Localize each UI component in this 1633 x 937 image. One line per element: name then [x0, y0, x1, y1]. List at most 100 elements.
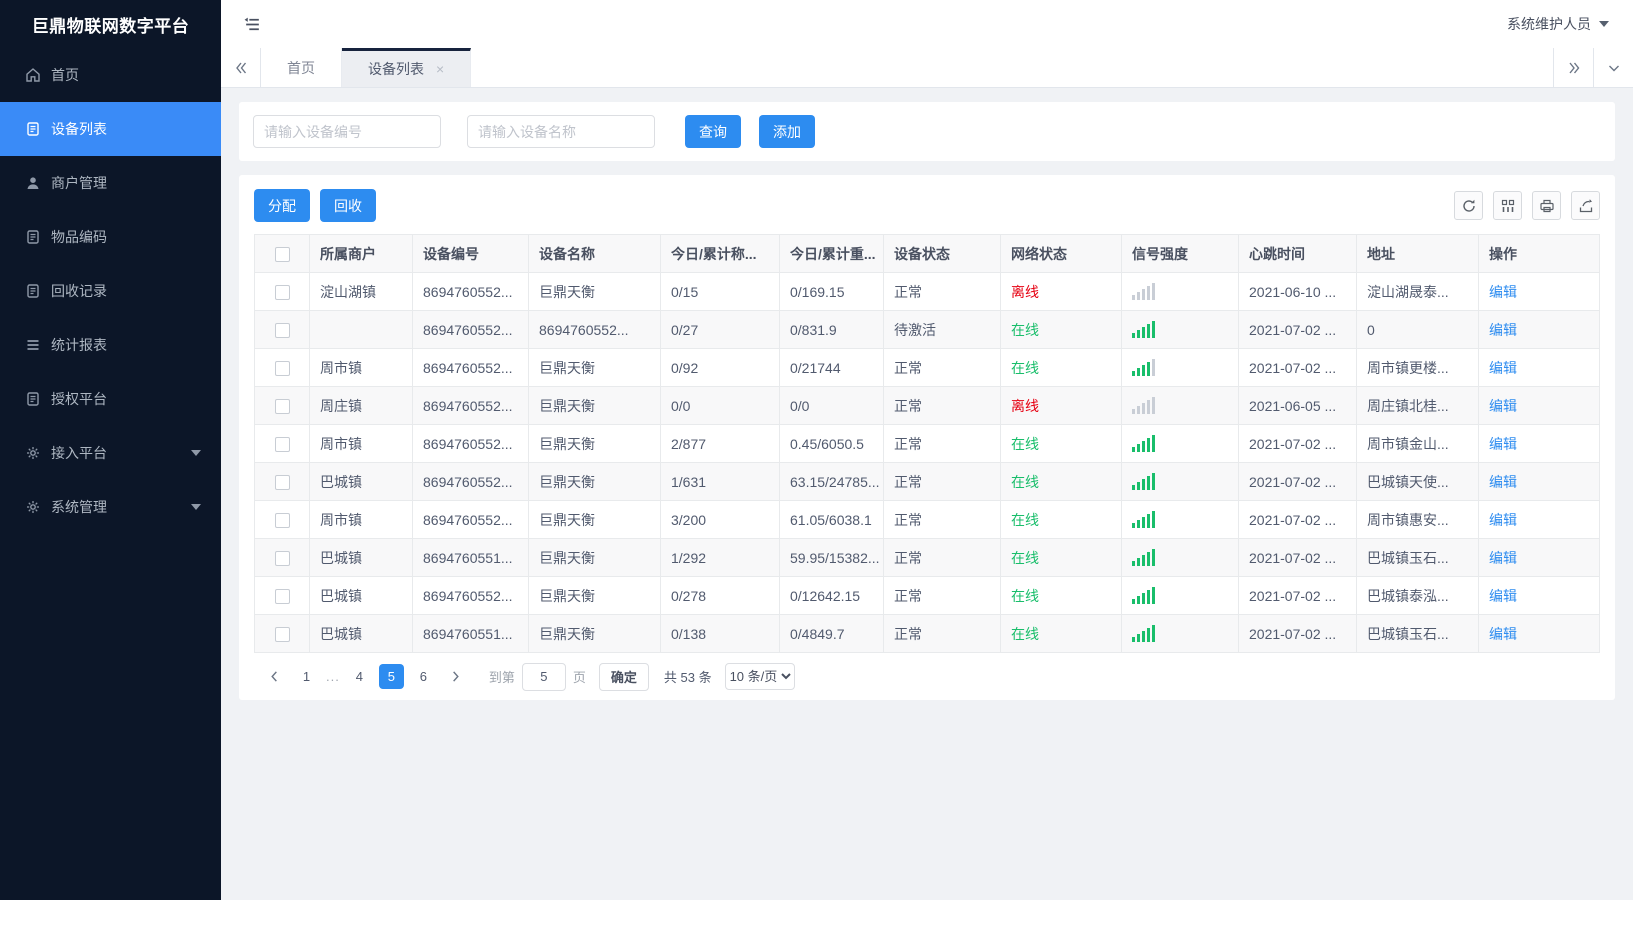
row-checkbox[interactable] [274, 474, 290, 490]
edit-link[interactable]: 编辑 [1489, 284, 1517, 300]
device-no-cell: 8694760552... [412, 500, 529, 539]
row-checkbox[interactable] [274, 512, 290, 528]
edit-link[interactable]: 编辑 [1489, 360, 1517, 376]
tabs-menu-icon[interactable] [1593, 48, 1633, 87]
device-name-input[interactable] [467, 115, 655, 148]
signal-strength-icon [1132, 511, 1228, 528]
edit-link[interactable]: 编辑 [1489, 436, 1517, 452]
goto-label: 到第 [488, 670, 515, 685]
merchant-cell: 巴城镇 [309, 576, 413, 615]
collapse-sidebar-icon[interactable] [243, 15, 262, 34]
edit-link[interactable]: 编辑 [1489, 474, 1517, 490]
sidebar-item-label: 接入平台 [51, 445, 107, 461]
columns-icon[interactable] [1493, 191, 1522, 220]
sidebar-item-report[interactable]: 统计报表 [0, 318, 221, 372]
device-table: 所属商户 设备编号 设备名称 今日/累计称... 今日/累计重... 设备状态 … [254, 234, 1600, 653]
today-weight-cell: 0/4849.7 [779, 614, 884, 653]
sidebar-item-device-list[interactable]: 设备列表 [0, 102, 221, 156]
tab-device-list[interactable]: 设备列表 × [342, 48, 472, 87]
merchant-cell: 巴城镇 [309, 462, 413, 501]
row-checkbox[interactable] [274, 398, 290, 414]
signal-strength-icon [1132, 397, 1228, 414]
device-table-panel: 分配 回收 所属商户 设备编号 设备名称 今日/累计称... 今日/累计重...… [239, 175, 1615, 700]
col-merchant: 所属商户 [309, 234, 413, 273]
recycle-button[interactable]: 回收 [320, 189, 376, 222]
network-status: 在线 [1011, 549, 1039, 566]
query-button[interactable]: 查询 [685, 115, 741, 148]
close-icon[interactable]: × [436, 62, 444, 76]
tab-label: 设备列表 [368, 61, 424, 77]
sidebar-item-label: 首页 [51, 67, 79, 83]
row-checkbox[interactable] [274, 588, 290, 604]
today-weight-cell: 0.45/6050.5 [779, 424, 884, 463]
tabs-scroll-right-icon[interactable] [1553, 48, 1593, 87]
row-checkbox[interactable] [274, 626, 290, 642]
merchant-cell: 巴城镇 [309, 614, 413, 653]
device-status-cell: 正常 [883, 386, 1001, 425]
page-button[interactable]: 1 [294, 664, 319, 689]
next-page-icon[interactable] [443, 664, 468, 689]
table-row: 巴城镇 8694760551... 巨鼎天衡 1/292 59.95/15382… [254, 538, 1600, 577]
device-status-cell: 正常 [883, 348, 1001, 387]
prev-page-icon[interactable] [262, 664, 287, 689]
network-status: 在线 [1011, 511, 1039, 528]
today-count-cell: 0/0 [660, 386, 780, 425]
edit-link[interactable]: 编辑 [1489, 398, 1517, 414]
row-checkbox[interactable] [274, 284, 290, 300]
sidebar-item-label: 授权平台 [51, 391, 107, 407]
heartbeat-cell: 2021-07-02 ... [1238, 576, 1357, 615]
tab-home[interactable]: 首页 [261, 48, 342, 87]
sidebar-item-system-admin[interactable]: 系统管理 [0, 480, 221, 534]
today-weight-cell: 61.05/6038.1 [779, 500, 884, 539]
tab-bar: 首页 设备列表 × [221, 48, 1633, 88]
edit-link[interactable]: 编辑 [1489, 588, 1517, 604]
sidebar: 巨鼎物联网数字平台 首页 设备列表 商户管理 物品编码 回收记录 统计报表 授权… [0, 0, 221, 900]
device-no-input[interactable] [253, 115, 441, 148]
sidebar-item-item-code[interactable]: 物品编码 [0, 210, 221, 264]
address-cell: 0 [1356, 310, 1479, 349]
page-ellipsis[interactable]: ... [326, 669, 340, 684]
edit-link[interactable]: 编辑 [1489, 512, 1517, 528]
chevron-down-icon [191, 450, 201, 456]
sidebar-item-access-platform[interactable]: 接入平台 [0, 426, 221, 480]
pagination: 1 ... 4 5 6 到第 页 确定 共 53 条 10 条/页 [254, 653, 1600, 700]
page-button[interactable]: 4 [347, 664, 372, 689]
today-count-cell: 3/200 [660, 500, 780, 539]
refresh-icon[interactable] [1454, 191, 1483, 220]
user-menu[interactable]: 系统维护人员 [1507, 14, 1609, 34]
add-button[interactable]: 添加 [759, 115, 815, 148]
select-all-checkbox[interactable] [274, 246, 290, 262]
row-checkbox[interactable] [274, 436, 290, 452]
sidebar-item-home[interactable]: 首页 [0, 48, 221, 102]
heartbeat-cell: 2021-07-02 ... [1238, 348, 1357, 387]
heartbeat-cell: 2021-07-02 ... [1238, 614, 1357, 653]
edit-link[interactable]: 编辑 [1489, 550, 1517, 566]
today-count-cell: 0/15 [660, 272, 780, 311]
confirm-button[interactable]: 确定 [598, 662, 649, 691]
sidebar-item-auth-platform[interactable]: 授权平台 [0, 372, 221, 426]
assign-button[interactable]: 分配 [254, 189, 310, 222]
sidebar-item-merchant[interactable]: 商户管理 [0, 156, 221, 210]
table-row: 8694760552... 8694760552... 0/27 0/831.9… [254, 310, 1600, 349]
edit-link[interactable]: 编辑 [1489, 322, 1517, 338]
export-icon[interactable] [1571, 191, 1600, 220]
row-checkbox[interactable] [274, 550, 290, 566]
row-checkbox[interactable] [274, 360, 290, 376]
device-name-cell: 巨鼎天衡 [528, 614, 661, 653]
tabs-scroll-left-icon[interactable] [221, 48, 261, 87]
page-button-active[interactable]: 5 [378, 664, 404, 689]
merchant-cell: 巴城镇 [309, 538, 413, 577]
print-icon[interactable] [1532, 191, 1561, 220]
page-button[interactable]: 6 [411, 664, 436, 689]
col-device-no: 设备编号 [412, 234, 529, 273]
page-size-select[interactable]: 10 条/页 [724, 663, 795, 690]
merchant-icon [24, 175, 41, 192]
page-jump-input[interactable] [521, 662, 566, 691]
sidebar-item-label: 物品编码 [51, 229, 107, 245]
signal-strength-icon [1132, 321, 1228, 338]
device-name-cell: 巨鼎天衡 [528, 538, 661, 577]
sidebar-item-recycle-record[interactable]: 回收记录 [0, 264, 221, 318]
row-checkbox[interactable] [274, 322, 290, 338]
device-name-cell: 巨鼎天衡 [528, 348, 661, 387]
edit-link[interactable]: 编辑 [1489, 626, 1517, 642]
